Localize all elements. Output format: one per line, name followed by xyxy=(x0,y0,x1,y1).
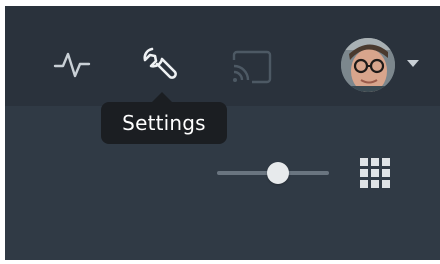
top-toolbar xyxy=(5,6,440,106)
grid-icon[interactable] xyxy=(359,157,391,189)
activity-icon[interactable] xyxy=(53,50,93,78)
size-slider-thumb[interactable] xyxy=(267,162,289,184)
chevron-down-icon[interactable] xyxy=(407,60,419,67)
avatar-image xyxy=(341,38,395,92)
app-window: Settings xyxy=(5,6,440,260)
screenshot-frame: Settings xyxy=(0,0,440,264)
avatar[interactable] xyxy=(341,38,395,92)
cast-icon[interactable] xyxy=(231,50,273,84)
settings-tooltip: Settings xyxy=(101,102,227,144)
wrench-icon[interactable] xyxy=(141,45,183,87)
tooltip-arrow xyxy=(152,92,172,102)
